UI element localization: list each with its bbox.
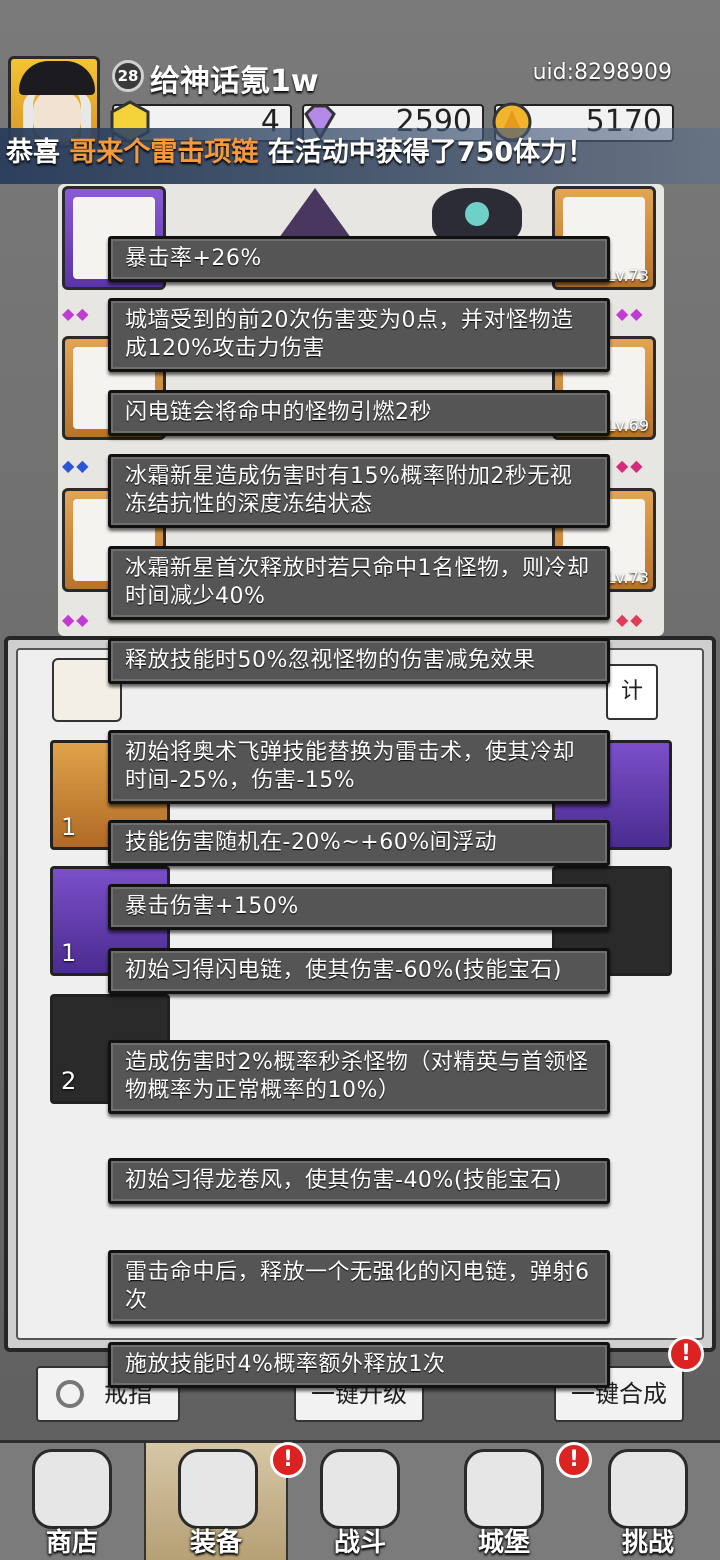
gem-cell[interactable] (552, 866, 672, 976)
slot-quality-diamonds: ◆◆ (62, 304, 91, 323)
equip-slot-ring[interactable]: Lv.73 (552, 488, 656, 592)
upgrade-all-label: 一键升级 (311, 1380, 407, 1408)
upgrade-all-button[interactable]: 一键升级 (294, 1366, 424, 1422)
gem-cell[interactable]: 1 (50, 866, 170, 976)
player-name: 给神话氪1w (150, 64, 319, 99)
announcement-suffix: 在活动中获得了750体力！ (258, 137, 595, 168)
nav-shop[interactable]: 商店 (0, 1443, 144, 1560)
shop-icon (32, 1449, 112, 1529)
gem-count: 1 (61, 813, 77, 841)
header: 28 给神话氪1w uid:8298909 4 2590 5170 (0, 0, 720, 148)
ring-button[interactable]: 戒指 (36, 1366, 180, 1422)
nav-equipment[interactable]: 装备 (144, 1443, 288, 1560)
merge-all-button[interactable]: 一键合成 (554, 1366, 684, 1422)
nav-shop-label: 商店 (45, 1528, 98, 1558)
slot-quality-diamonds: ◆◆ (616, 304, 645, 323)
bottom-nav: 商店 装备 战斗 城堡 挑战 (0, 1440, 720, 1560)
merge-all-label: 一键合成 (571, 1380, 667, 1408)
ring-icon (56, 1380, 84, 1408)
nav-castle-label: 城堡 (477, 1528, 530, 1558)
gem-tab-icon[interactable] (52, 658, 122, 722)
slot-quality-diamonds: ◆◆ (616, 610, 645, 629)
equip-level: Lv.69 (606, 416, 649, 435)
gem-cell[interactable]: 2 (50, 994, 170, 1104)
castle-icon (464, 1449, 544, 1529)
nav-challenge-label: 挑战 (621, 1528, 674, 1558)
backpack-icon (178, 1449, 258, 1529)
equip-slot-gloves[interactable]: Lv.73 (552, 186, 656, 290)
nav-equipment-label: 装备 (189, 1528, 242, 1558)
equip-level: Lv.73 (606, 568, 649, 587)
shield-icon (608, 1449, 688, 1529)
gem-cell[interactable]: 1 (50, 740, 170, 850)
castle-alert-badge: ! (556, 1442, 592, 1478)
stat-button[interactable]: 计 (606, 664, 658, 720)
gem-count: 1 (61, 939, 77, 967)
slot-quality-diamonds: ◆◆ (62, 610, 91, 629)
announcement-prefix: 恭喜 (6, 137, 70, 168)
nav-battle-label: 战斗 (333, 1528, 386, 1558)
app-root: 28 给神话氪1w uid:8298909 4 2590 5170 恭喜 哥来个… (0, 0, 720, 1560)
gem-count: 2 (61, 1067, 77, 1095)
amulet-slot-icon[interactable] (432, 188, 522, 248)
nav-battle[interactable]: 战斗 (288, 1443, 432, 1560)
equip-slot-boots[interactable] (62, 488, 166, 592)
merge-alert-badge: ! (668, 1336, 704, 1372)
announcement-player: 哥来个雷击项链 (69, 137, 259, 168)
player-level-badge: 28 (112, 60, 144, 92)
equip-level: Lv.73 (606, 266, 649, 285)
player-uid: uid:8298909 (532, 60, 672, 85)
equip-slot-belt[interactable]: Lv.69 (552, 336, 656, 440)
equip-slot-hat[interactable] (62, 186, 166, 290)
equip-slot-armor[interactable] (62, 336, 166, 440)
equipment-alert-badge: ! (270, 1442, 306, 1478)
gem-cell[interactable] (552, 740, 672, 850)
announcement-banner: 恭喜 哥来个雷击项链 在活动中获得了750体力！ (0, 128, 720, 184)
slot-quality-diamonds: ◆◆ (62, 456, 91, 475)
nav-castle[interactable]: 城堡 (432, 1443, 576, 1560)
crossed-swords-icon (320, 1449, 400, 1529)
slot-quality-diamonds: ◆◆ (616, 456, 645, 475)
nav-challenge[interactable]: 挑战 (576, 1443, 720, 1560)
